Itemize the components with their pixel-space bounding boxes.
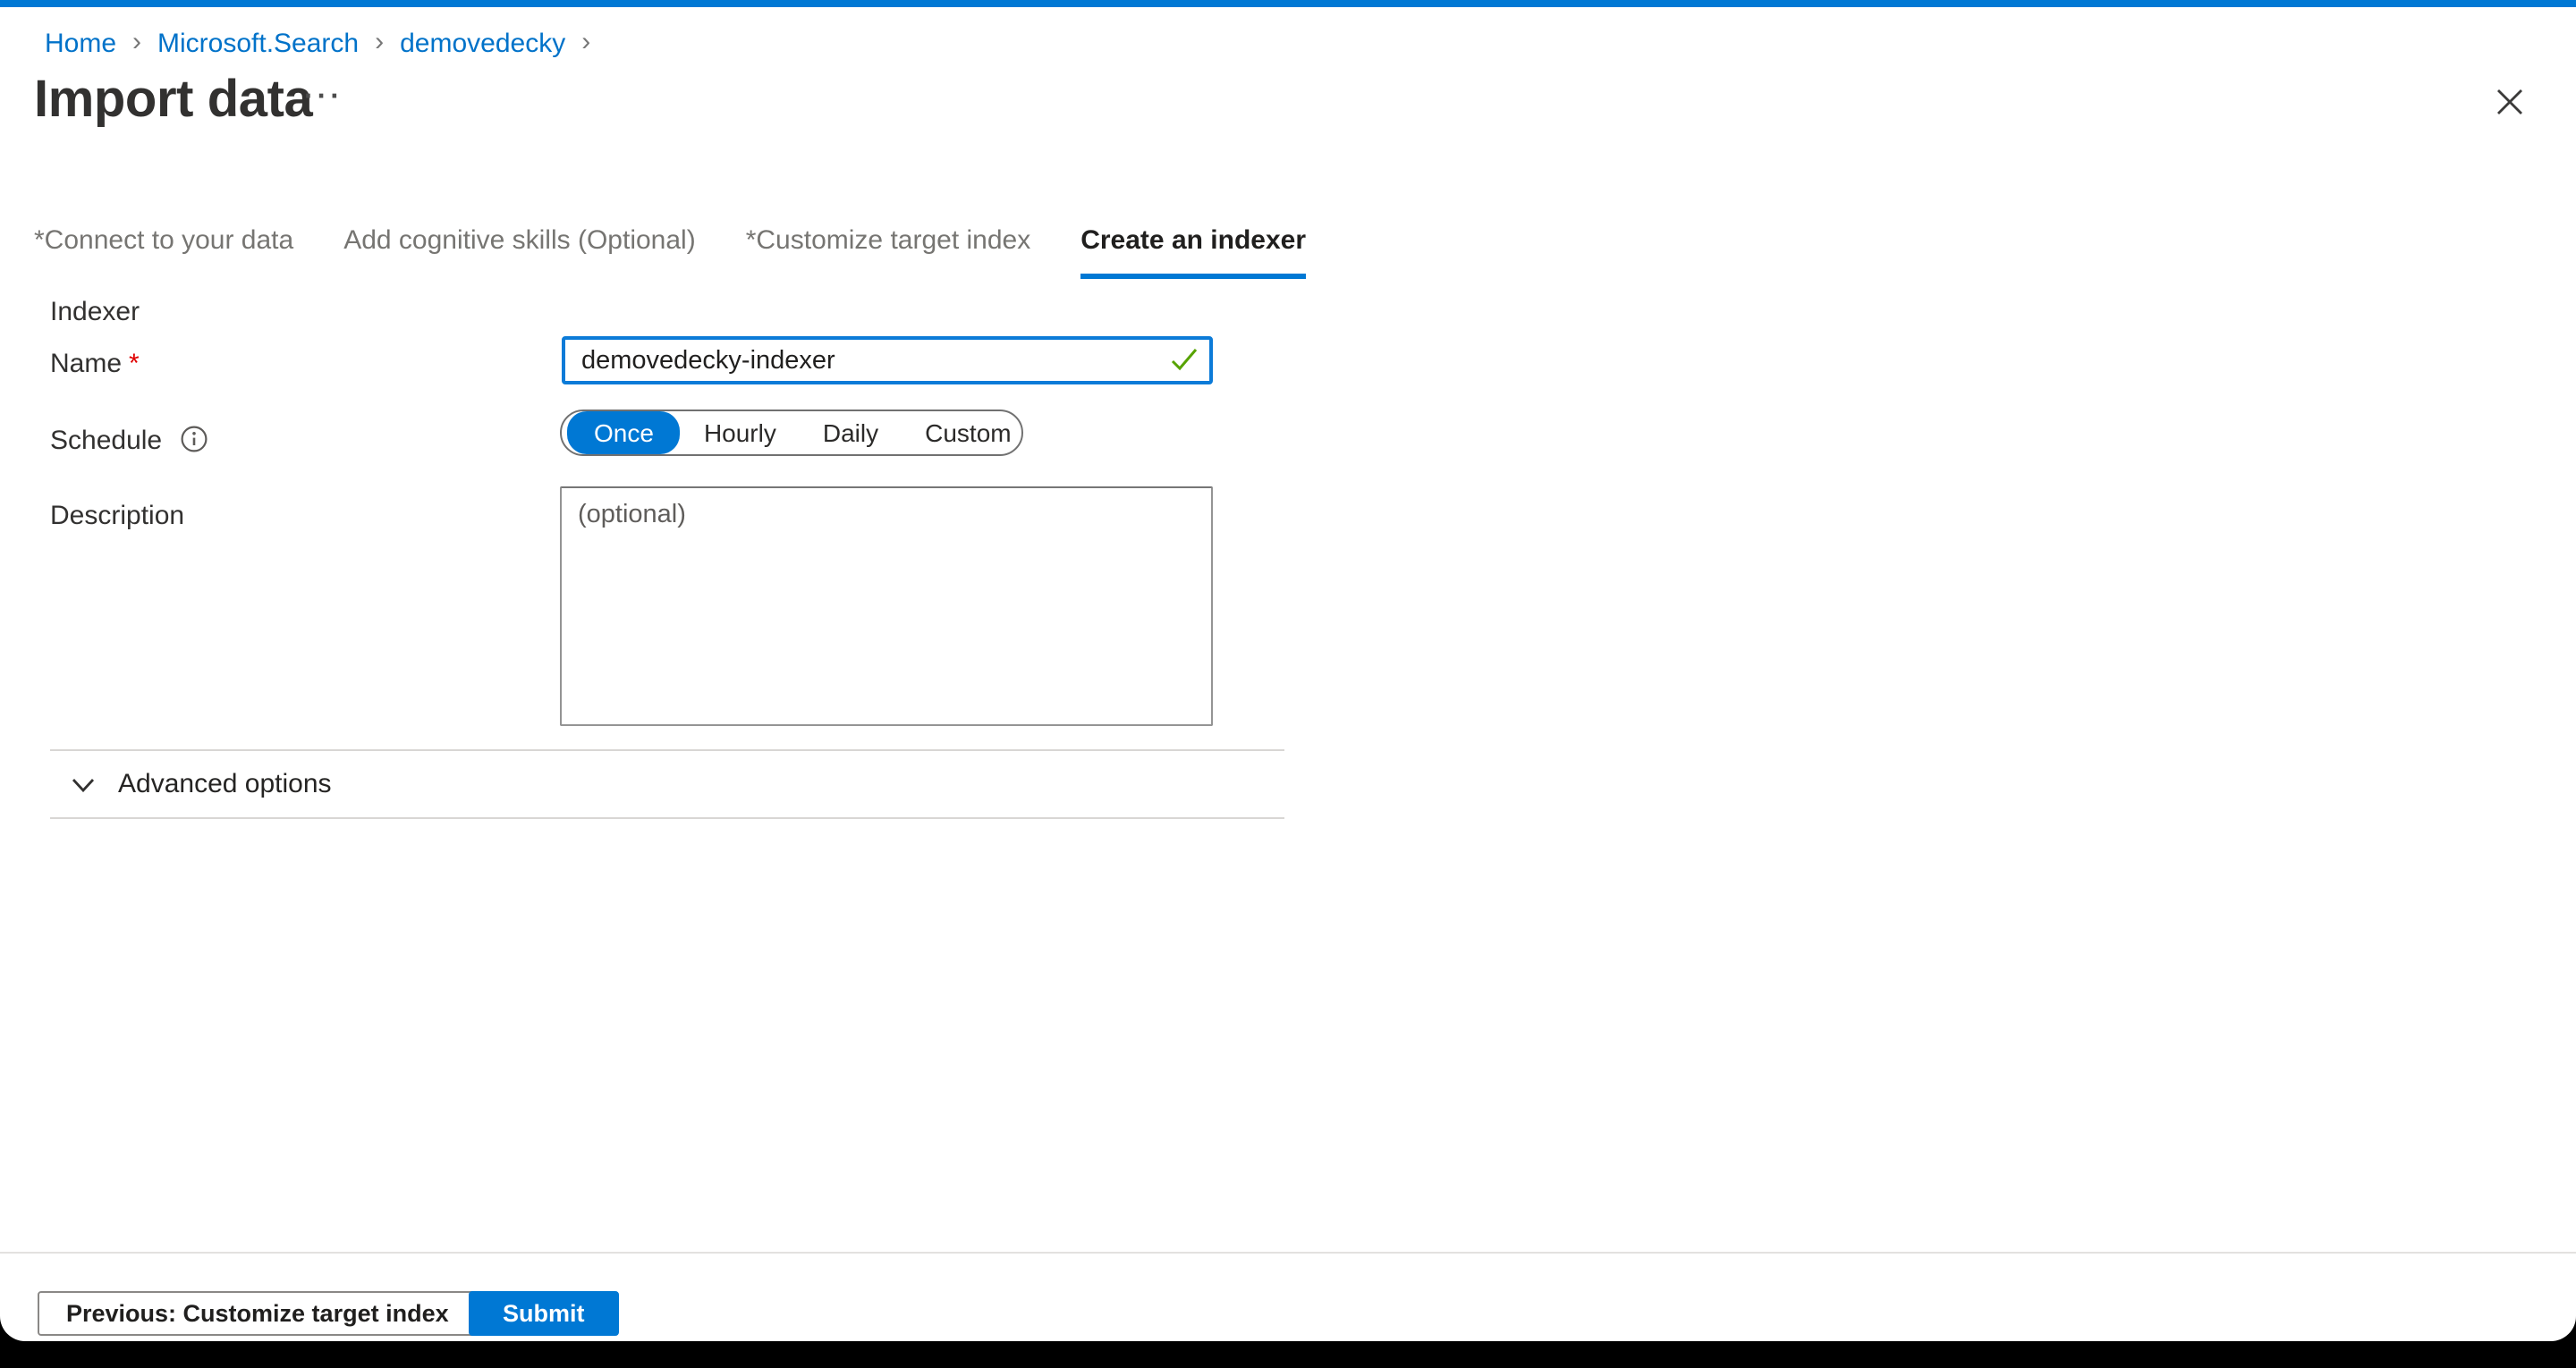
more-options-button[interactable]: ··· (304, 82, 343, 114)
breadcrumb-link-demovedecky[interactable]: demovedecky (400, 29, 565, 59)
divider (50, 749, 1284, 751)
name-label-text: Name (50, 349, 122, 379)
breadcrumb-separator-icon: › (132, 27, 141, 57)
schedule-option-once[interactable]: Once (567, 411, 681, 454)
advanced-options-toggle[interactable]: Advanced options (72, 769, 332, 799)
previous-step-button[interactable]: Previous: Customize target index (38, 1291, 478, 1336)
required-asterisk: * (129, 349, 140, 379)
indexer-name-input[interactable] (562, 336, 1213, 384)
schedule-option-daily[interactable]: Daily (800, 415, 902, 451)
close-icon (2494, 86, 2526, 118)
chevron-down-icon (72, 777, 95, 791)
page-title: Import data (34, 72, 312, 131)
schedule-option-custom[interactable]: Custom (902, 415, 1034, 451)
tab-customize-target-index[interactable]: *Customize target index (746, 225, 1031, 279)
wizard-tabs: *Connect to your data Add cognitive skil… (34, 225, 1306, 279)
schedule-label-text: Schedule (50, 426, 162, 456)
info-icon[interactable] (180, 426, 207, 460)
portal-top-accent-bar (0, 0, 2576, 7)
footer-divider (0, 1252, 2576, 1254)
advanced-options-label: Advanced options (118, 769, 332, 799)
description-textarea[interactable] (560, 486, 1213, 726)
import-data-blade: Home › Microsoft.Search › demovedecky › … (0, 0, 2576, 1341)
breadcrumb: Home › Microsoft.Search › demovedecky › (45, 29, 606, 59)
tab-create-an-indexer[interactable]: Create an indexer (1080, 225, 1306, 279)
description-label: Description (50, 501, 184, 531)
tab-connect-to-your-data[interactable]: *Connect to your data (34, 225, 293, 279)
page-scale-wrapper: Home › Microsoft.Search › demovedecky › … (0, 0, 2576, 1368)
submit-button[interactable]: Submit (469, 1291, 619, 1336)
breadcrumb-separator-icon: › (581, 27, 590, 57)
validation-check-icon (1170, 347, 1199, 372)
name-label: Name* (50, 349, 140, 379)
divider (50, 817, 1284, 819)
breadcrumb-link-microsoft-search[interactable]: Microsoft.Search (157, 29, 359, 59)
breadcrumb-separator-icon: › (375, 27, 384, 57)
schedule-label: Schedule (50, 426, 207, 460)
indexer-section-heading: Indexer (50, 297, 140, 327)
schedule-option-hourly[interactable]: Hourly (681, 415, 800, 451)
schedule-segmented-control: Once Hourly Daily Custom (560, 410, 1023, 456)
tab-add-cognitive-skills[interactable]: Add cognitive skills (Optional) (343, 225, 696, 279)
breadcrumb-link-home[interactable]: Home (45, 29, 116, 59)
close-button[interactable] (2494, 86, 2526, 118)
